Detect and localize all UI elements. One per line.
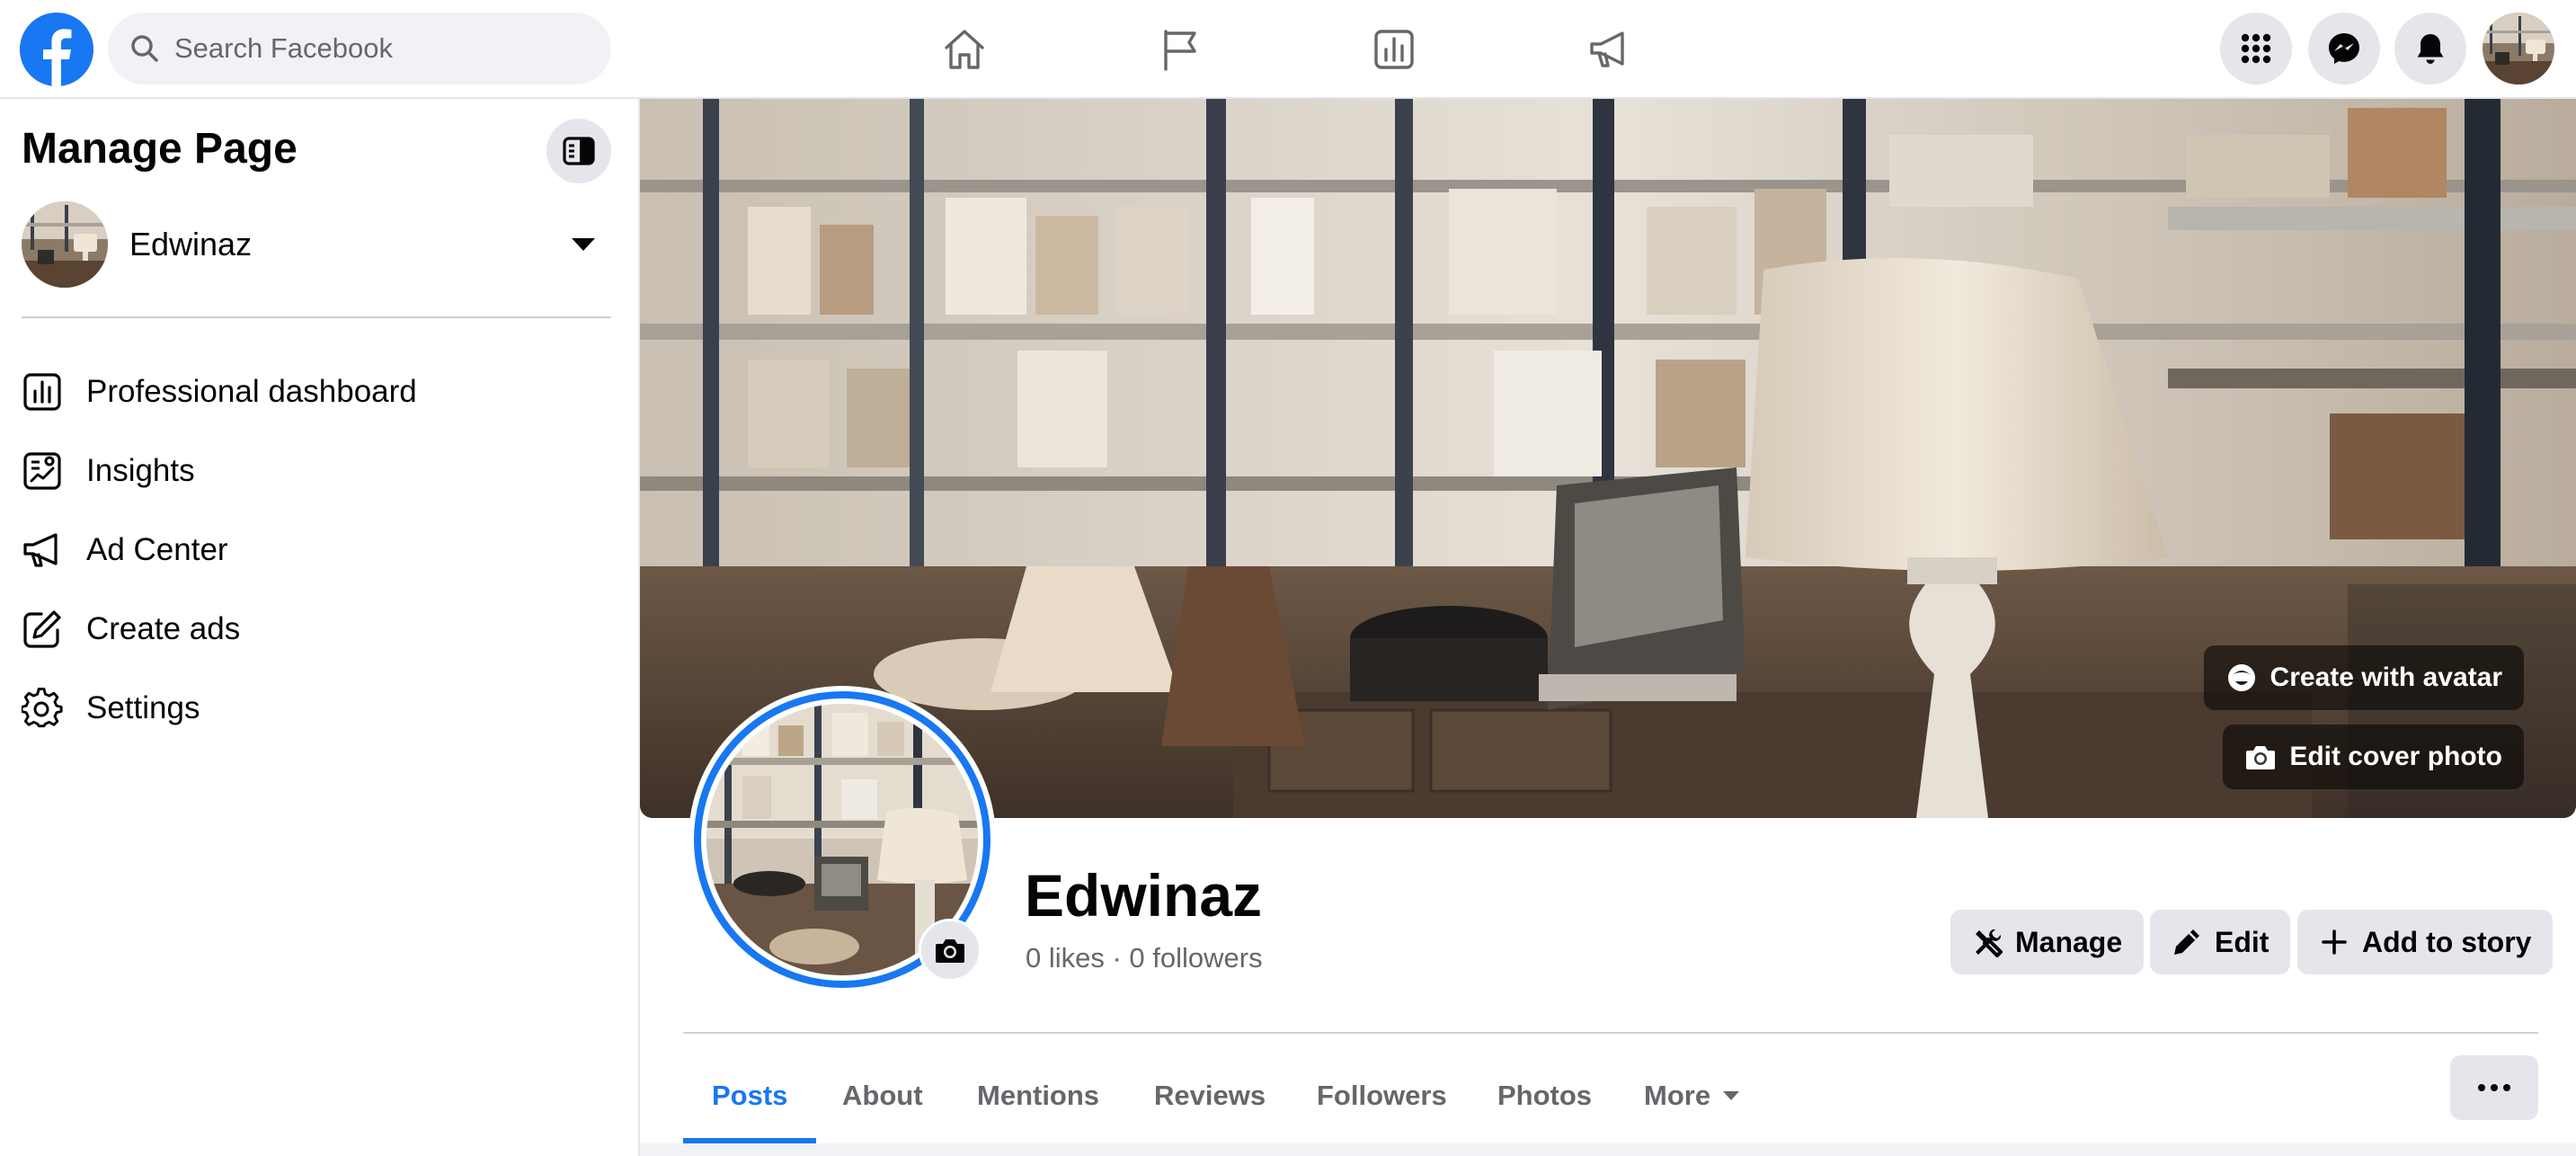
pencil-icon (2174, 929, 2199, 955)
tab-posts[interactable]: Posts (683, 1050, 817, 1143)
menu-grid-icon[interactable] (2220, 13, 2292, 84)
tab-about[interactable]: About (813, 1050, 952, 1142)
add-to-story-label: Add to story (2362, 925, 2532, 958)
top-navigation-bar (0, 0, 2576, 99)
create-with-avatar-button[interactable]: Create with avatar (2203, 645, 2524, 710)
page-stats[interactable]: 0 likes · 0 followers (1026, 942, 1263, 974)
tab-label: Followers (1317, 1080, 1447, 1111)
search-box[interactable] (108, 13, 611, 84)
megaphone-icon (23, 533, 58, 567)
more-dot (2491, 1084, 2498, 1091)
create-with-avatar-label: Create with avatar (2270, 662, 2502, 692)
gear-icon (22, 688, 63, 728)
messenger-icon[interactable] (2308, 13, 2380, 84)
sidebar-item-label: Insights (86, 453, 195, 488)
page-avatar (22, 201, 108, 288)
insights-icon (23, 452, 61, 490)
manage-button[interactable]: Manage (1950, 910, 2145, 974)
edit-label: Edit (2215, 925, 2270, 958)
page-switcher[interactable]: Edwinaz (22, 200, 611, 289)
tab-reviews[interactable]: Reviews (1125, 1050, 1294, 1142)
tab-followers[interactable]: Followers (1288, 1050, 1476, 1142)
sidebar-item-label: Settings (86, 690, 200, 725)
bell-icon[interactable] (2394, 13, 2466, 84)
search-icon (131, 35, 158, 62)
sidebar-item-label: Create ads (86, 611, 241, 646)
edit-button[interactable]: Edit (2150, 910, 2291, 974)
manage-page-sidebar: Manage Page Edwinaz Professional dashboa… (0, 99, 640, 1156)
caret-down-icon (572, 238, 595, 251)
sidebar-divider (22, 316, 611, 318)
update-profile-picture-button[interactable] (919, 919, 982, 982)
sidebar-item-label: Ad Center (86, 532, 228, 567)
caret-down-icon (1723, 1091, 1740, 1100)
account-avatar[interactable] (2483, 13, 2554, 84)
camera-icon (936, 939, 964, 963)
tab-label: Reviews (1154, 1080, 1266, 1111)
search-input[interactable] (174, 32, 606, 65)
sidebar-item-create-ads[interactable]: Create ads (0, 590, 640, 669)
edit-cover-photo-label: Edit cover photo (2289, 742, 2502, 771)
sidebar-item-ad-center[interactable]: Ad Center (0, 511, 640, 590)
tools-icon (1976, 929, 2003, 957)
dashboard-icon[interactable] (1345, 18, 1443, 81)
edit-icon (23, 610, 61, 648)
tab-label: Photos (1497, 1080, 1593, 1111)
page-switcher-name: Edwinaz (129, 226, 253, 262)
sidebar-toggle-icon (563, 137, 595, 165)
tab-mentions[interactable]: Mentions (948, 1050, 1128, 1142)
tab-label: About (842, 1080, 923, 1111)
manage-page-menu: Professional dashboard Insights Ad Cente… (0, 352, 640, 748)
home-icon[interactable] (915, 18, 1014, 81)
avatar-icon (2227, 664, 2255, 691)
more-dot (2478, 1084, 2485, 1091)
plus-icon (2322, 929, 2347, 955)
tab-label: Mentions (977, 1080, 1100, 1111)
sidebar-title: Manage Page (22, 125, 298, 173)
flag-icon[interactable] (1131, 18, 1230, 81)
more-options-button[interactable] (2450, 1055, 2538, 1120)
sidebar-item-label: Professional dashboard (86, 374, 417, 409)
sidebar-item-professional-dashboard[interactable]: Professional dashboard (0, 352, 640, 431)
tab-more[interactable]: More (1615, 1050, 1768, 1142)
tab-label: Posts (712, 1080, 788, 1111)
edit-cover-photo-button[interactable]: Edit cover photo (2223, 725, 2524, 789)
add-to-story-button[interactable]: Add to story (2297, 910, 2554, 974)
camera-icon (2246, 746, 2276, 769)
megaphone-icon[interactable] (1560, 18, 1659, 81)
manage-label: Manage (2015, 925, 2123, 958)
cover-image (640, 99, 2576, 818)
more-dot (2503, 1084, 2510, 1091)
collapse-sidebar-button[interactable] (546, 119, 611, 183)
content-background (640, 1143, 2576, 1156)
dashboard-icon (23, 373, 61, 411)
sidebar-item-settings[interactable]: Settings (0, 669, 640, 748)
sidebar-item-insights[interactable]: Insights (0, 431, 640, 511)
tab-label: More (1644, 1080, 1711, 1111)
tabs-divider (683, 1032, 2538, 1034)
tab-photos[interactable]: Photos (1469, 1050, 1621, 1142)
facebook-logo-icon[interactable] (20, 13, 93, 86)
page-title: Edwinaz (1025, 862, 1263, 929)
cover-photo: Create with avatar Edit cover photo (640, 99, 2576, 818)
